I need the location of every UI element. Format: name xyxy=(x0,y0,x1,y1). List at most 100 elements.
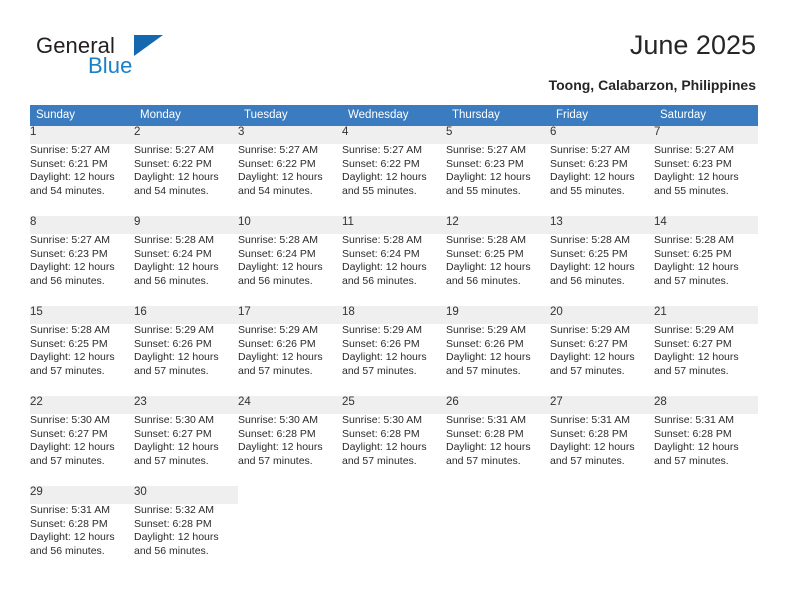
day-cell[interactable]: Sunrise: 5:30 AM Sunset: 6:28 PM Daylight:… xyxy=(342,414,446,474)
week-separator-cell xyxy=(342,294,446,306)
daylight-text-line2: and 56 minutes. xyxy=(30,544,105,557)
week-separator-cell xyxy=(134,384,238,396)
sunset-text: Sunset: 6:27 PM xyxy=(134,427,212,440)
day-cell[interactable]: Sunrise: 5:27 AM Sunset: 6:23 PM Daylight:… xyxy=(550,144,654,204)
day-number[interactable]: 3 xyxy=(238,126,342,144)
day-cell[interactable]: Sunrise: 5:27 AM Sunset: 6:22 PM Daylight:… xyxy=(342,144,446,204)
day-number[interactable]: 10 xyxy=(238,216,342,234)
day-number[interactable]: 20 xyxy=(550,306,654,324)
day-number[interactable]: 15 xyxy=(30,306,134,324)
day-cell[interactable]: Sunrise: 5:29 AM Sunset: 6:26 PM Daylight:… xyxy=(134,324,238,384)
week-separator-cell xyxy=(30,294,134,306)
day-cell[interactable]: Sunrise: 5:29 AM Sunset: 6:26 PM Daylight:… xyxy=(238,324,342,384)
day-number[interactable]: 30 xyxy=(134,486,238,504)
day-cell[interactable]: Sunrise: 5:29 AM Sunset: 6:27 PM Daylight:… xyxy=(550,324,654,384)
day-cell[interactable]: Sunrise: 5:31 AM Sunset: 6:28 PM Daylight:… xyxy=(654,414,758,474)
day-cell[interactable]: Sunrise: 5:30 AM Sunset: 6:28 PM Daylight:… xyxy=(238,414,342,474)
day-cell[interactable]: Sunrise: 5:31 AM Sunset: 6:28 PM Daylight:… xyxy=(30,504,134,564)
day-cell[interactable]: Sunrise: 5:28 AM Sunset: 6:25 PM Daylight:… xyxy=(30,324,134,384)
day-number[interactable]: 6 xyxy=(550,126,654,144)
day-cell[interactable]: Sunrise: 5:28 AM Sunset: 6:24 PM Daylight:… xyxy=(134,234,238,294)
day-cell[interactable]: Sunrise: 5:29 AM Sunset: 6:27 PM Daylight:… xyxy=(654,324,758,384)
sunrise-text: Sunrise: 5:31 AM xyxy=(30,504,110,516)
sunset-text: Sunset: 6:25 PM xyxy=(550,247,628,260)
weekday-header-monday: Monday xyxy=(134,105,238,126)
day-number[interactable]: 14 xyxy=(654,216,758,234)
day-cell[interactable]: Sunrise: 5:27 AM Sunset: 6:21 PM Daylight:… xyxy=(30,144,134,204)
day-number[interactable]: 1 xyxy=(30,126,134,144)
daylight-text-line1: Daylight: 12 hours xyxy=(238,441,323,453)
day-cell[interactable]: Sunrise: 5:29 AM Sunset: 6:26 PM Daylight:… xyxy=(446,324,550,384)
day-cell[interactable]: Sunrise: 5:28 AM Sunset: 6:25 PM Daylight:… xyxy=(654,234,758,294)
day-number[interactable]: 11 xyxy=(342,216,446,234)
day-number[interactable]: 13 xyxy=(550,216,654,234)
day-number[interactable]: 19 xyxy=(446,306,550,324)
day-detail-row: Sunrise: 5:27 AM Sunset: 6:21 PM Daylight:… xyxy=(30,144,758,204)
day-cell[interactable]: Sunrise: 5:32 AM Sunset: 6:28 PM Daylight:… xyxy=(134,504,238,564)
weekday-header-row: Sunday Monday Tuesday Wednesday Thursday… xyxy=(30,105,758,126)
sunrise-text: Sunrise: 5:29 AM xyxy=(446,324,526,336)
day-number[interactable]: 4 xyxy=(342,126,446,144)
day-number[interactable]: 5 xyxy=(446,126,550,144)
week-separator-cell xyxy=(654,384,758,396)
day-cell[interactable]: Sunrise: 5:28 AM Sunset: 6:25 PM Daylight:… xyxy=(446,234,550,294)
day-number[interactable]: 29 xyxy=(30,486,134,504)
week-separator xyxy=(30,474,758,486)
day-cell[interactable]: Sunrise: 5:27 AM Sunset: 6:23 PM Daylight:… xyxy=(446,144,550,204)
day-cell[interactable]: Sunrise: 5:27 AM Sunset: 6:23 PM Daylight:… xyxy=(30,234,134,294)
sunrise-text: Sunrise: 5:27 AM xyxy=(446,144,526,156)
day-number[interactable]: 23 xyxy=(134,396,238,414)
sunrise-text: Sunrise: 5:30 AM xyxy=(30,414,110,426)
day-number[interactable]: 24 xyxy=(238,396,342,414)
daylight-text-line1: Daylight: 12 hours xyxy=(30,441,115,453)
weekday-header-wednesday: Wednesday xyxy=(342,105,446,126)
sunrise-text: Sunrise: 5:31 AM xyxy=(550,414,630,426)
day-number[interactable]: 21 xyxy=(654,306,758,324)
day-cell[interactable]: Sunrise: 5:27 AM Sunset: 6:22 PM Daylight:… xyxy=(238,144,342,204)
day-number[interactable]: 12 xyxy=(446,216,550,234)
day-number[interactable]: 9 xyxy=(134,216,238,234)
day-number[interactable]: 7 xyxy=(654,126,758,144)
day-number[interactable]: 16 xyxy=(134,306,238,324)
day-cell[interactable]: Sunrise: 5:28 AM Sunset: 6:24 PM Daylight:… xyxy=(238,234,342,294)
day-cell[interactable]: Sunrise: 5:30 AM Sunset: 6:27 PM Daylight:… xyxy=(30,414,134,474)
sunrise-text: Sunrise: 5:28 AM xyxy=(30,324,110,336)
weekday-header-friday: Friday xyxy=(550,105,654,126)
daylight-text-line2: and 56 minutes. xyxy=(550,274,625,287)
location-subtitle: Toong, Calabarzon, Philippines xyxy=(548,77,756,93)
day-cell[interactable]: Sunrise: 5:27 AM Sunset: 6:22 PM Daylight:… xyxy=(134,144,238,204)
sunrise-text: Sunrise: 5:27 AM xyxy=(30,144,110,156)
daylight-text-line1: Daylight: 12 hours xyxy=(446,441,531,453)
day-number-row: 1234567 xyxy=(30,126,758,144)
day-number[interactable]: 26 xyxy=(446,396,550,414)
daylight-text-line1: Daylight: 12 hours xyxy=(654,261,739,273)
sunrise-text: Sunrise: 5:29 AM xyxy=(238,324,318,336)
daylight-text-line2: and 57 minutes. xyxy=(134,364,209,377)
daylight-text-line2: and 54 minutes. xyxy=(30,184,105,197)
day-cell[interactable]: Sunrise: 5:28 AM Sunset: 6:25 PM Daylight:… xyxy=(550,234,654,294)
day-number[interactable]: 18 xyxy=(342,306,446,324)
week-separator-cell xyxy=(238,294,342,306)
day-cell[interactable]: Sunrise: 5:29 AM Sunset: 6:26 PM Daylight:… xyxy=(342,324,446,384)
day-number[interactable]: 17 xyxy=(238,306,342,324)
day-cell[interactable]: Sunrise: 5:31 AM Sunset: 6:28 PM Daylight:… xyxy=(550,414,654,474)
day-number[interactable]: 25 xyxy=(342,396,446,414)
daylight-text-line1: Daylight: 12 hours xyxy=(342,171,427,183)
day-cell[interactable]: Sunrise: 5:30 AM Sunset: 6:27 PM Daylight:… xyxy=(134,414,238,474)
day-number[interactable]: 27 xyxy=(550,396,654,414)
day-number[interactable]: 28 xyxy=(654,396,758,414)
week-separator-cell xyxy=(446,294,550,306)
day-cell[interactable]: Sunrise: 5:27 AM Sunset: 6:23 PM Daylight:… xyxy=(654,144,758,204)
sunset-text: Sunset: 6:27 PM xyxy=(30,427,108,440)
day-number[interactable]: 2 xyxy=(134,126,238,144)
day-cell[interactable]: Sunrise: 5:28 AM Sunset: 6:24 PM Daylight:… xyxy=(342,234,446,294)
day-number[interactable]: 8 xyxy=(30,216,134,234)
day-number[interactable]: 22 xyxy=(30,396,134,414)
day-detail-row: Sunrise: 5:30 AM Sunset: 6:27 PM Daylight:… xyxy=(30,414,758,474)
sunset-text: Sunset: 6:26 PM xyxy=(134,337,212,350)
daylight-text-line1: Daylight: 12 hours xyxy=(134,351,219,363)
daylight-text-line1: Daylight: 12 hours xyxy=(30,261,115,273)
sunrise-text: Sunrise: 5:32 AM xyxy=(134,504,214,516)
daylight-text-line1: Daylight: 12 hours xyxy=(446,171,531,183)
day-cell[interactable]: Sunrise: 5:31 AM Sunset: 6:28 PM Daylight:… xyxy=(446,414,550,474)
